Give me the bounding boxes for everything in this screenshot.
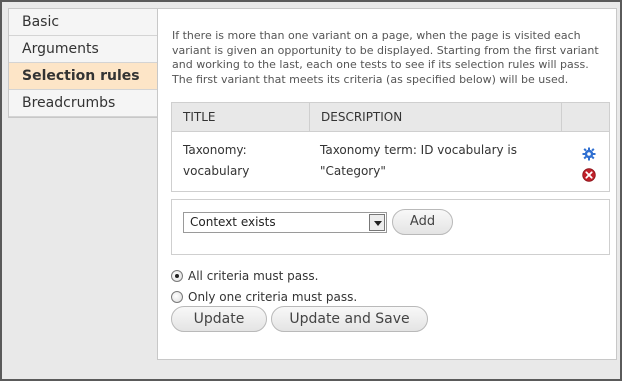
rule-type-select-value: Context exists <box>190 215 276 229</box>
rule-title: Taxonomy: vocabulary <box>183 143 250 178</box>
tab-selection-rules[interactable]: Selection rules <box>9 63 158 90</box>
update-button[interactable]: Update <box>171 306 267 332</box>
add-button[interactable]: Add <box>392 209 453 235</box>
vertical-tabs: Basic Arguments Selection rules Breadcru… <box>8 8 158 118</box>
table-header: TITLE DESCRIPTION <box>172 103 609 132</box>
help-text: If there is more than one variant on a p… <box>172 29 599 86</box>
column-header-description: DESCRIPTION <box>310 103 562 132</box>
window-frame: Basic Arguments Selection rules Breadcru… <box>0 0 622 381</box>
update-and-save-button[interactable]: Update and Save <box>271 306 428 332</box>
tab-breadcrumbs[interactable]: Breadcrumbs <box>9 90 158 117</box>
rules-table: TITLE DESCRIPTION Taxonomy: vocabulary T… <box>171 102 610 192</box>
gear-icon[interactable] <box>582 146 596 161</box>
criteria-one-radio[interactable] <box>171 291 183 303</box>
tab-arguments[interactable]: Arguments <box>9 36 158 63</box>
remove-icon[interactable] <box>582 167 596 182</box>
criteria-one-label: Only one criteria must pass. <box>188 290 358 304</box>
criteria-all-radio[interactable] <box>171 270 183 282</box>
column-header-operations <box>562 103 611 132</box>
chevron-down-icon[interactable] <box>369 214 385 231</box>
selection-rules-panel: If there is more than one variant on a p… <box>157 8 617 360</box>
rule-type-select[interactable]: Context exists <box>183 212 387 233</box>
column-header-title: TITLE <box>172 103 310 132</box>
add-rule-box: Context exists Add <box>171 199 610 255</box>
tab-basic[interactable]: Basic <box>9 9 158 36</box>
criteria-all-label: All criteria must pass. <box>188 269 319 283</box>
rule-description: Taxonomy term: ID vocabulary is "Categor… <box>320 143 518 178</box>
